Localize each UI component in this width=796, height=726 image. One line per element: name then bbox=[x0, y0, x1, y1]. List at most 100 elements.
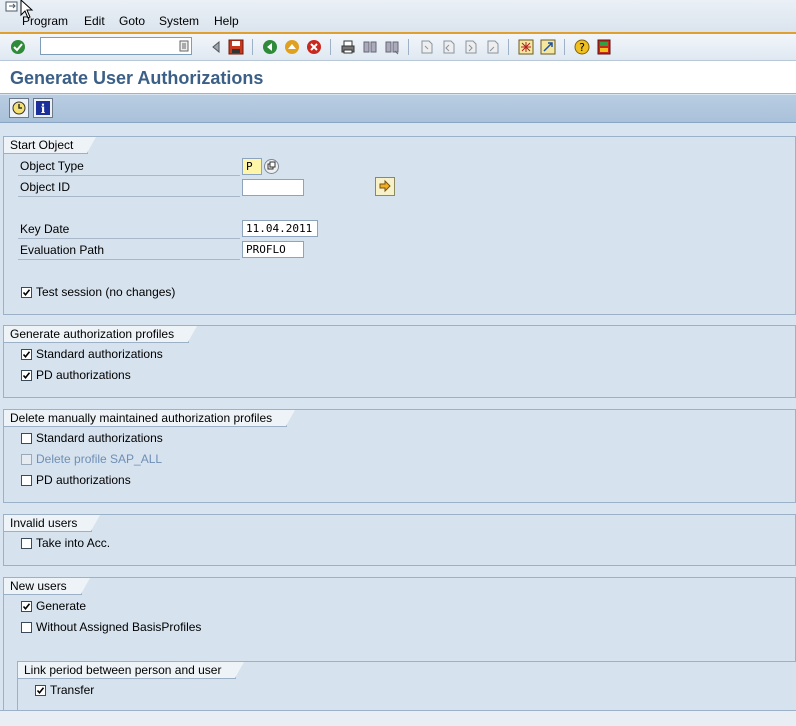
label-underline bbox=[18, 175, 240, 176]
take-into-account-label: Take into Acc. bbox=[36, 536, 111, 550]
generate-standard-label: Standard authorizations bbox=[36, 347, 163, 361]
save-button[interactable] bbox=[227, 38, 245, 56]
previous-page-icon bbox=[443, 40, 455, 54]
shortcut-button[interactable] bbox=[539, 38, 557, 56]
print-button[interactable] bbox=[339, 38, 357, 56]
delete-sap-all-checkbox bbox=[21, 454, 32, 465]
test-session-label: Test session (no changes) bbox=[36, 285, 176, 299]
delete-sap-all-label: Delete profile SAP_ALL bbox=[36, 452, 163, 466]
find-next-icon bbox=[385, 41, 399, 55]
first-page-button[interactable] bbox=[417, 38, 435, 56]
info-icon: i bbox=[36, 101, 50, 116]
search-help-button[interactable] bbox=[264, 159, 279, 174]
transfer-label: Transfer bbox=[50, 683, 95, 697]
triangle-left-icon bbox=[212, 41, 220, 53]
section-title: Invalid users bbox=[4, 515, 101, 532]
menu-goto[interactable]: Goto bbox=[119, 14, 145, 28]
next-page-icon bbox=[465, 40, 477, 54]
section-title: Generate authorization profiles bbox=[4, 326, 198, 343]
generate-standard-checkbox[interactable] bbox=[21, 349, 32, 360]
transfer-checkbox[interactable] bbox=[35, 685, 46, 696]
object-id-label: Object ID bbox=[20, 180, 71, 194]
section-title: New users bbox=[4, 578, 90, 595]
cancel-button[interactable] bbox=[305, 38, 323, 56]
info-button[interactable]: i bbox=[33, 98, 53, 118]
arrow-right-icon bbox=[379, 179, 391, 193]
label-underline bbox=[18, 238, 240, 239]
object-id-field[interactable] bbox=[242, 179, 304, 196]
back-icon bbox=[263, 40, 277, 54]
object-id-execute-button[interactable] bbox=[375, 177, 395, 196]
shortcut-icon bbox=[540, 39, 556, 55]
history-dropdown-icon[interactable] bbox=[179, 40, 189, 52]
checkmark-icon bbox=[22, 372, 31, 380]
status-bar bbox=[0, 710, 796, 726]
test-session-checkbox[interactable] bbox=[21, 287, 32, 298]
previous-page-button[interactable] bbox=[439, 38, 457, 56]
last-page-icon bbox=[487, 40, 499, 54]
layout-icon bbox=[597, 39, 611, 55]
execute-icon bbox=[12, 101, 26, 115]
search-help-icon bbox=[267, 161, 276, 170]
delete-pd-checkbox[interactable] bbox=[21, 475, 32, 486]
menu-program[interactable]: Program bbox=[22, 14, 68, 28]
checkmark-icon bbox=[22, 351, 31, 359]
section-start-object: Start Object Object Type P Object ID Key… bbox=[3, 136, 796, 315]
toolbar-separator bbox=[508, 39, 509, 55]
delete-standard-label: Standard authorizations bbox=[36, 431, 163, 445]
menu-help[interactable]: Help bbox=[214, 14, 239, 28]
checkmark-icon bbox=[36, 687, 45, 695]
command-input[interactable] bbox=[43, 39, 177, 55]
first-page-icon bbox=[421, 40, 433, 54]
section-title: Link period between person and user bbox=[18, 662, 245, 679]
without-basis-profiles-label: Without Assigned BasisProfiles bbox=[36, 620, 202, 634]
collapse-command-button[interactable] bbox=[207, 38, 225, 56]
take-into-account-checkbox[interactable] bbox=[21, 538, 32, 549]
evaluation-path-label: Evaluation Path bbox=[20, 243, 105, 257]
exit-button[interactable] bbox=[283, 38, 301, 56]
toolbar-separator bbox=[330, 39, 331, 55]
object-type-field[interactable]: P bbox=[242, 158, 262, 175]
title-bar: Generate User Authorizations bbox=[0, 61, 796, 94]
exit-icon bbox=[285, 40, 299, 54]
key-date-field[interactable]: 11.04.2011 bbox=[242, 220, 318, 237]
find-icon bbox=[363, 41, 377, 53]
delete-pd-label: PD authorizations bbox=[36, 473, 131, 487]
without-basis-profiles-checkbox[interactable] bbox=[21, 622, 32, 633]
toolbar-separator bbox=[564, 39, 565, 55]
toolbar-separator bbox=[408, 39, 409, 55]
section-generate-profiles: Generate authorization profiles Standard… bbox=[3, 325, 796, 398]
subsection-link-period: Link period between person and user Tran… bbox=[17, 661, 796, 713]
help-button[interactable]: ? bbox=[573, 38, 591, 56]
create-session-button[interactable] bbox=[517, 38, 535, 56]
enter-button[interactable] bbox=[9, 38, 27, 56]
help-icon: ? bbox=[574, 39, 590, 55]
back-button[interactable] bbox=[261, 38, 279, 56]
key-date-label: Key Date bbox=[20, 222, 70, 236]
menu-bar: Program Edit Goto System Help bbox=[0, 0, 796, 34]
generate-checkbox[interactable] bbox=[21, 601, 32, 612]
layout-button[interactable] bbox=[595, 38, 613, 56]
generate-label: Generate bbox=[36, 599, 87, 613]
find-button[interactable] bbox=[361, 38, 379, 56]
save-icon bbox=[228, 39, 244, 55]
print-icon bbox=[341, 40, 355, 54]
execute-button[interactable] bbox=[9, 98, 29, 118]
label-underline bbox=[18, 259, 240, 260]
find-next-button[interactable] bbox=[383, 38, 401, 56]
menu-system[interactable]: System bbox=[159, 14, 199, 28]
evaluation-path-field[interactable]: PROFLO bbox=[242, 241, 304, 258]
menu-edit[interactable]: Edit bbox=[84, 14, 105, 28]
svg-text:?: ? bbox=[579, 41, 585, 54]
next-page-button[interactable] bbox=[461, 38, 479, 56]
toolbar-separator bbox=[252, 39, 253, 55]
last-page-button[interactable] bbox=[483, 38, 501, 56]
enter-icon bbox=[11, 40, 25, 54]
label-underline bbox=[18, 196, 240, 197]
command-field[interactable] bbox=[40, 37, 192, 55]
object-type-label: Object Type bbox=[20, 159, 84, 173]
delete-standard-checkbox[interactable] bbox=[21, 433, 32, 444]
generate-pd-label: PD authorizations bbox=[36, 368, 131, 382]
section-title: Start Object bbox=[4, 137, 97, 154]
generate-pd-checkbox[interactable] bbox=[21, 370, 32, 381]
